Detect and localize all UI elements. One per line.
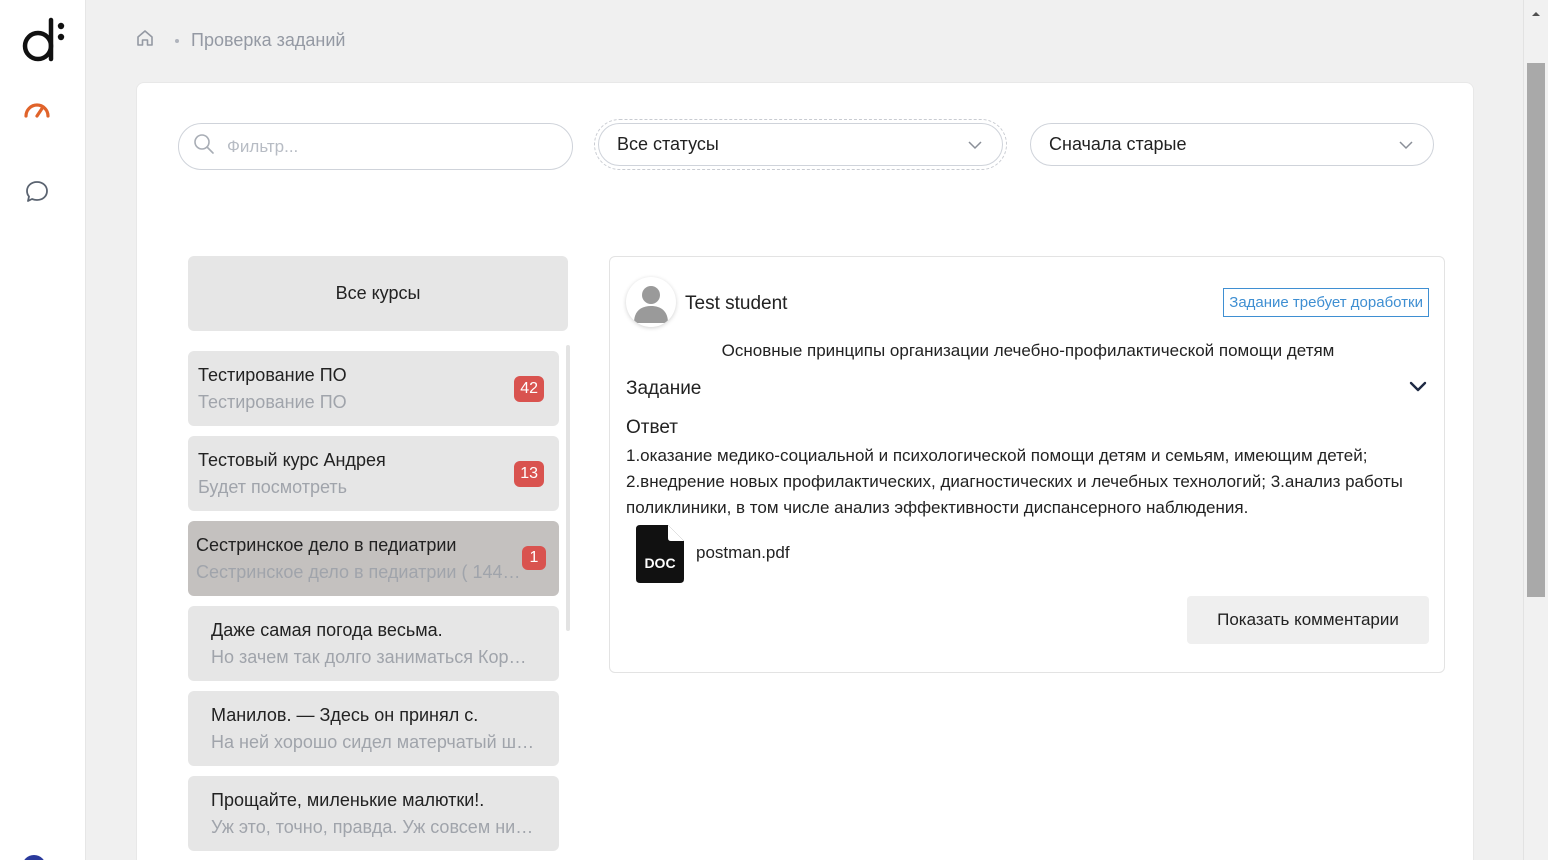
status-select[interactable]: Все статусы [594, 119, 1007, 170]
course-count-badge: 13 [514, 461, 544, 487]
course-item[interactable]: Тестирование ПО Тестирование ПО 42 [188, 351, 559, 426]
breadcrumb-current: Проверка заданий [191, 30, 346, 50]
show-comments-button[interactable]: Показать комментарии [1187, 596, 1429, 644]
answer-text: 1.оказание медико-социальной и психологи… [626, 446, 1403, 517]
filter-field[interactable] [178, 123, 573, 170]
course-item[interactable]: Манилов. — Здесь он принял с. На ней хор… [188, 691, 559, 766]
course-title: Сестринское дело в педиатрии [196, 535, 457, 555]
speedometer-icon[interactable] [20, 92, 54, 126]
course-list-scrollbar[interactable] [566, 345, 570, 631]
file-type-label: DOC [644, 555, 675, 571]
course-title: Тестирование ПО [198, 365, 347, 385]
left-rail [0, 0, 86, 860]
course-item-selected[interactable]: Сестринское дело в педиатрии Сестринское… [188, 521, 559, 596]
student-avatar [626, 277, 676, 327]
course-title: Манилов. — Здесь он принял с. [211, 705, 479, 725]
course-item[interactable]: Даже самая погода весьма. Но зачем так д… [188, 606, 559, 681]
task-title: Основные принципы организации лечебно-пр… [721, 341, 1335, 360]
chevron-down-icon[interactable] [1408, 377, 1428, 402]
status-select-value: Все статусы [617, 134, 719, 154]
course-title: Тестовый курс Андрея [198, 450, 386, 470]
chevron-down-icon [966, 136, 984, 159]
review-card: Все статусы Сначала старые Все курсы Тес… [136, 82, 1474, 860]
chat-icon[interactable] [20, 175, 54, 209]
submission-panel: Test student Задание требует доработки О… [609, 256, 1445, 673]
course-subtitle: Сестринское дело в педиатрии ( 144ч)... [196, 562, 521, 582]
page-scrollbar-thumb[interactable] [1527, 63, 1545, 597]
file-name[interactable]: postman.pdf [696, 543, 790, 563]
course-title: Прощайте, миленькие малютки!. [211, 790, 485, 810]
filter-input[interactable] [227, 136, 557, 157]
sort-select-value: Сначала старые [1049, 134, 1187, 154]
answer-section-label: Ответ [626, 417, 678, 438]
course-subtitle: Но зачем так долго заниматься Короб... [211, 647, 536, 667]
search-icon [193, 133, 215, 160]
chevron-down-icon [1397, 136, 1415, 159]
course-title: Даже самая погода весьма. [211, 620, 443, 640]
breadcrumb-separator [175, 38, 179, 43]
course-subtitle: Уж это, точно, правда. Уж совсем ни н... [211, 817, 536, 837]
home-icon[interactable] [135, 28, 155, 53]
task-section-label[interactable]: Задание [626, 378, 701, 400]
course-subtitle: На ней хорошо сидел матерчатый ше... [211, 732, 536, 752]
course-subtitle: Тестирование ПО [198, 392, 347, 412]
status-badge: Задание требует доработки [1223, 288, 1429, 317]
sort-select[interactable]: Сначала старые [1030, 123, 1434, 166]
course-subtitle: Будет посмотреть [198, 477, 348, 497]
logo[interactable] [18, 16, 68, 66]
profile-avatar[interactable] [22, 855, 46, 860]
scroll-up-arrow-icon[interactable] [1531, 6, 1541, 24]
student-name: Test student [685, 293, 788, 314]
course-item[interactable]: Прощайте, миленькие малютки!. Уж это, то… [188, 776, 559, 851]
page-scrollbar[interactable] [1523, 0, 1548, 860]
breadcrumb: Проверка заданий [135, 28, 345, 53]
course-item[interactable]: Тестовый курс Андрея Будет посмотреть 13 [188, 436, 559, 511]
course-count-badge: 42 [514, 376, 544, 402]
doc-file-icon: DOC [636, 525, 684, 583]
all-courses-button[interactable]: Все курсы [188, 256, 568, 331]
course-count-badge: 1 [522, 546, 546, 570]
attachment[interactable]: DOC postman.pdf [636, 525, 790, 583]
